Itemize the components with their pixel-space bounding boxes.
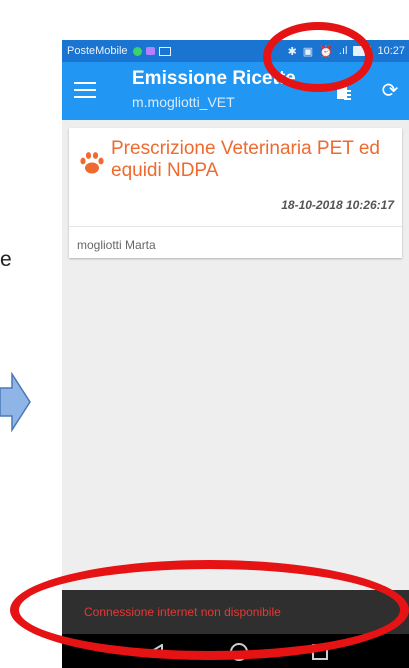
menu-icon[interactable] [74, 82, 96, 100]
content-area: Prescrizione Veterinaria PET ed equidi N… [62, 120, 409, 654]
mail-icon [158, 46, 171, 56]
connection-error-highlight [10, 560, 409, 660]
card-date: 18-10-2018 10:26:17 [281, 198, 394, 212]
slide-text-fragment: e [0, 248, 12, 271]
card-title: Prescrizione Veterinaria PET ed equidi N… [111, 138, 380, 181]
sync-icon[interactable]: ⟳ [380, 80, 400, 102]
card-user: mogliotti Marta [77, 238, 156, 252]
app-subtitle: m.mogliotti_VET [132, 94, 235, 110]
status-time: 10:27 [377, 45, 405, 57]
paw-icon [80, 152, 104, 174]
app-notification-icon [145, 47, 155, 55]
prescription-card[interactable]: Prescrizione Veterinaria PET ed equidi N… [69, 128, 402, 258]
carrier-name: PosteMobile [67, 45, 128, 57]
whatsapp-icon [132, 46, 142, 56]
status-icons-highlight [263, 22, 373, 92]
divider [69, 226, 402, 227]
right-arrow-icon [0, 372, 31, 432]
